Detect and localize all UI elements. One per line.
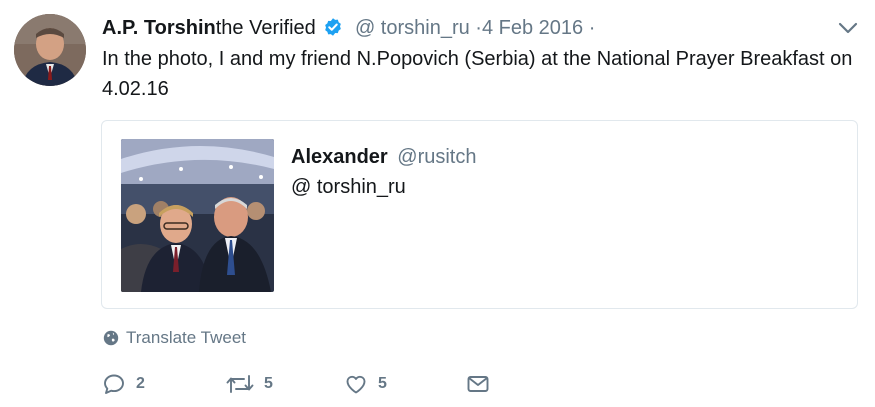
quoted-tweet-text: @ torshin_ru: [291, 176, 406, 198]
direct-message-icon: [467, 376, 489, 392]
retweet-button[interactable]: 5: [226, 372, 273, 396]
translate-label[interactable]: Translate Tweet: [126, 328, 246, 348]
separator-dot-trailing: ·: [588, 17, 596, 39]
reply-count: 2: [136, 375, 145, 392]
author-handle[interactable]: @ torshin_ru: [355, 17, 470, 39]
tweet-header: A.P. Torshinthe Verified @ torshin_ru ·4…: [102, 16, 595, 40]
avatar-photo: [14, 14, 86, 86]
like-button[interactable]: 5: [344, 372, 387, 396]
verified-badge-icon: [323, 17, 343, 37]
quoted-tweet-card[interactable]: Alexander @rusitch @ torshin_ru: [101, 120, 858, 309]
tweet-date[interactable]: 4 Feb 2016: [482, 17, 583, 39]
translate-tweet-link[interactable]: Translate Tweet: [102, 328, 246, 348]
chevron-down-icon[interactable]: [836, 18, 860, 38]
reply-button[interactable]: 2: [102, 372, 145, 396]
tweet-text: In the photo, I and my friend N.Popovich…: [102, 48, 853, 100]
author-name[interactable]: A.P. Torshin: [102, 17, 216, 39]
quoted-tweet-photo[interactable]: [121, 139, 274, 292]
globe-icon: [103, 330, 119, 346]
verified-label: the Verified: [215, 17, 316, 39]
retweet-count: 5: [264, 375, 273, 392]
like-icon: [346, 375, 366, 394]
author-avatar[interactable]: [14, 14, 86, 86]
like-count: 5: [378, 375, 387, 392]
quoted-author-handle[interactable]: @rusitch: [397, 146, 476, 168]
direct-message-button[interactable]: [466, 372, 490, 396]
separator-dot: ·: [475, 17, 482, 39]
quoted-author-name[interactable]: Alexander: [291, 146, 388, 168]
quoted-tweet-header: Alexander @rusitch: [291, 146, 477, 169]
retweet-icon: [226, 375, 254, 393]
reply-icon: [104, 374, 124, 394]
